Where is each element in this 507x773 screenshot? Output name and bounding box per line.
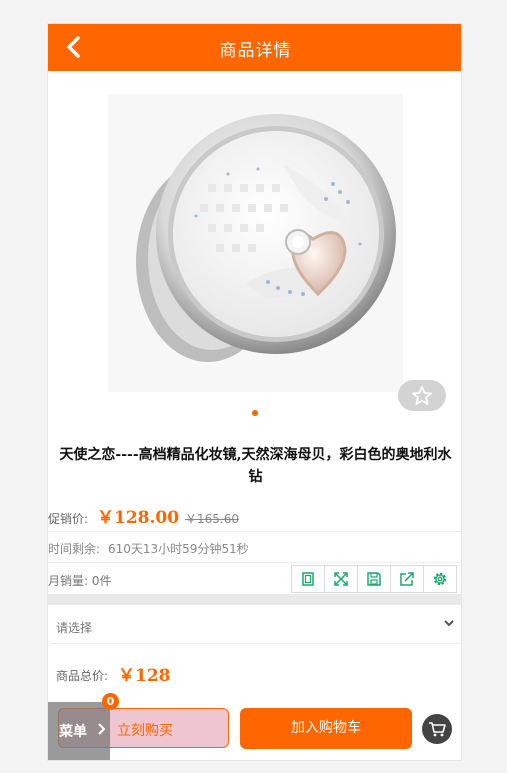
- promo-price: ￥128.00: [97, 508, 180, 528]
- top-bar: 商品详情: [48, 24, 461, 71]
- share-button[interactable]: [391, 566, 424, 592]
- time-left-value: 610天13小时59分钟51秒: [108, 542, 249, 556]
- buy-now-label: 立刻购买: [117, 723, 173, 739]
- chevron-right-icon: [98, 723, 106, 735]
- carousel-indicator[interactable]: [252, 410, 258, 416]
- product-image[interactable]: [108, 94, 403, 392]
- copy-icon: [302, 572, 314, 586]
- save-icon: [367, 572, 381, 586]
- cart-button[interactable]: [422, 714, 452, 744]
- add-to-cart-button[interactable]: 加入购物车: [240, 708, 412, 749]
- share-icon: [400, 572, 414, 586]
- total-price-row: 商品总价: ￥128: [48, 660, 461, 686]
- price-row: 促销价: ￥128.00 ￥165.60: [48, 502, 461, 532]
- time-left-label: 时间剩余:: [48, 542, 101, 556]
- promo-price-label: 促销价:: [48, 512, 89, 526]
- star-icon: [412, 386, 432, 405]
- total-price: ￥128: [118, 666, 171, 686]
- chevron-down-icon: [444, 620, 454, 627]
- option-selector: 请选择: [48, 605, 461, 644]
- cart-icon: [429, 722, 446, 737]
- option-select[interactable]: 请选择: [51, 605, 460, 644]
- save-button[interactable]: [358, 566, 391, 592]
- option-select-placeholder: 请选择: [56, 621, 93, 635]
- total-price-label: 商品总价:: [56, 669, 109, 683]
- product-title: 天使之恋----高档精品化妆镜,天然深海母贝，彩白色的奥地利水钻: [59, 447, 452, 485]
- original-price: ￥165.60: [185, 512, 239, 526]
- section-divider: [48, 594, 461, 605]
- monthly-sales: 月销量: 0件: [48, 574, 112, 588]
- product-detail-page: 商品详情 天使之恋----高档精品化妆镜,天然深海母贝，彩白色的奥地利水钻 促销…: [47, 23, 462, 761]
- toolbar: [291, 565, 457, 593]
- time-remaining-row: 时间剩余: 610天13小时59分钟51秒: [48, 533, 461, 563]
- sales-row: 月销量: 0件: [48, 564, 461, 594]
- fullscreen-icon: [334, 572, 348, 586]
- menu-toggle[interactable]: 菜单: [48, 702, 110, 760]
- fullscreen-button[interactable]: [325, 566, 358, 592]
- page-title: 商品详情: [219, 41, 292, 61]
- favorite-button[interactable]: [398, 380, 446, 411]
- settings-icon: [433, 572, 447, 586]
- cart-count-badge: 0: [102, 693, 119, 710]
- menu-label: 菜单: [59, 724, 87, 740]
- copy-button[interactable]: [292, 566, 325, 592]
- settings-button[interactable]: [424, 566, 456, 592]
